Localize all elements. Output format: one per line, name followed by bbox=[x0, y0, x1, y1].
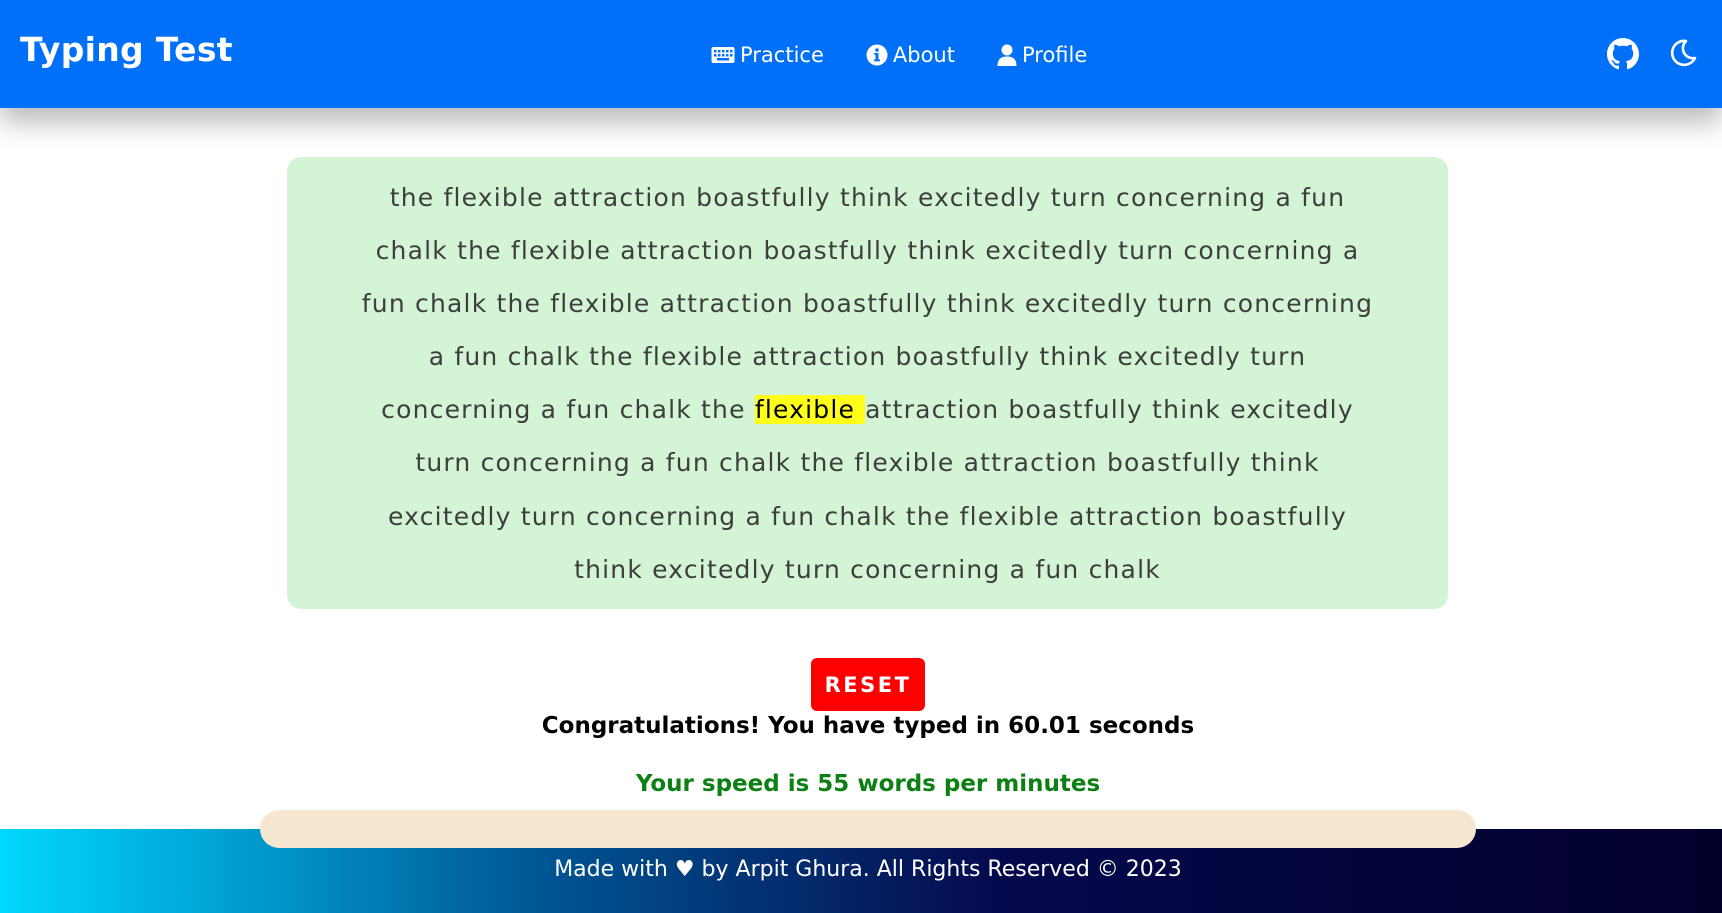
user-icon bbox=[997, 44, 1017, 66]
nav-label-practice: Practice bbox=[740, 43, 824, 67]
github-icon[interactable] bbox=[1607, 38, 1639, 70]
text-line: a fun chalk the flexible attraction boas… bbox=[428, 342, 1307, 371]
text-line: think excitedly turn concerning a fun ch… bbox=[574, 555, 1161, 584]
footer-credit: Made with ♥ by Arpit Ghura. All Rights R… bbox=[554, 857, 1182, 882]
text-line: chalk the flexible attraction boastfully… bbox=[375, 236, 1360, 265]
text-line: turn concerning a fun chalk the flexible… bbox=[415, 448, 1320, 477]
text-line: excitedly turn concerning a fun chalk th… bbox=[388, 502, 1347, 531]
text-line: the flexible attraction boastfully think… bbox=[389, 183, 1346, 212]
nav-links: Practice About Profile bbox=[711, 38, 1087, 72]
text-line: fun chalk the flexible attraction boastf… bbox=[361, 289, 1374, 318]
nav-label-about: About bbox=[892, 43, 955, 67]
text-before-current: concerning a fun chalk the bbox=[381, 395, 755, 424]
brand-title[interactable]: Typing Test bbox=[20, 30, 233, 69]
speed-result: Your speed is 55 words per minutes bbox=[635, 771, 1101, 797]
nav-item-about[interactable]: About bbox=[866, 43, 955, 67]
text-line-current: concerning a fun chalk the flexible attra… bbox=[287, 395, 1448, 424]
moon-icon[interactable] bbox=[1668, 38, 1700, 70]
nav-label-profile: Profile bbox=[1021, 43, 1088, 67]
current-word-highlight: flexible bbox=[754, 395, 866, 424]
keyboard-icon bbox=[711, 47, 735, 63]
result-message: Congratulations! You have typed in 60.01… bbox=[541, 713, 1195, 739]
text-after-current: attraction boastfully think excitedly bbox=[865, 395, 1354, 424]
info-icon bbox=[866, 44, 888, 66]
navbar: Typing Test Practice About Profile bbox=[0, 0, 1722, 108]
footer-input-bar[interactable] bbox=[260, 810, 1476, 848]
nav-item-profile[interactable]: Profile bbox=[997, 43, 1087, 67]
nav-item-practice[interactable]: Practice bbox=[711, 43, 824, 67]
reset-button[interactable]: RESET bbox=[811, 658, 925, 711]
typing-text-box[interactable]: the flexible attraction boastfully think… bbox=[287, 157, 1448, 609]
